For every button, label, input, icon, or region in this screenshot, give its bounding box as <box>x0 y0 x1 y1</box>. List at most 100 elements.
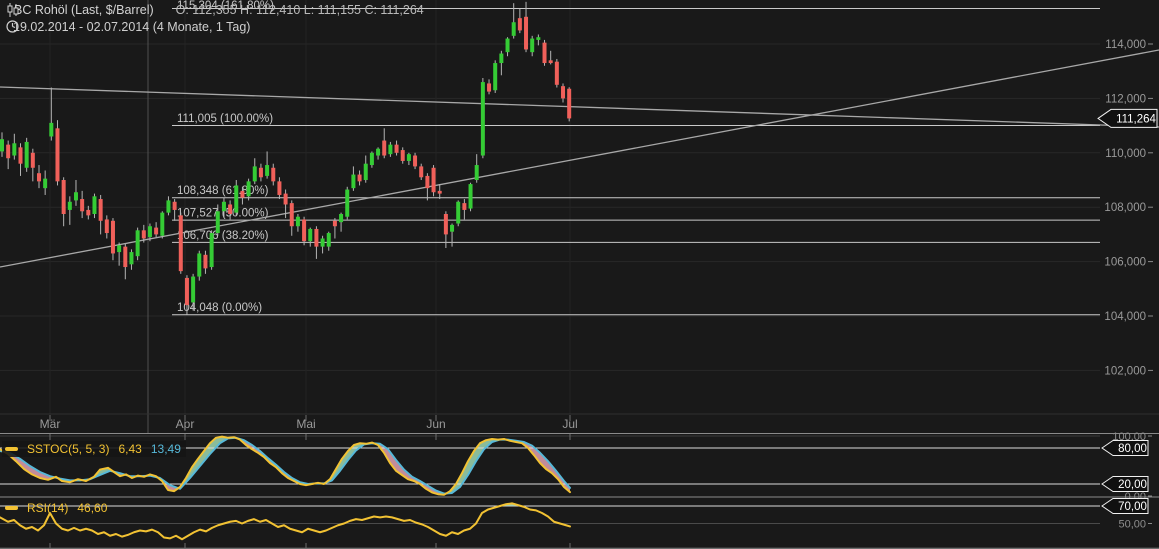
price-axis-label: 106,000 <box>1104 257 1146 269</box>
candle-body <box>406 154 411 161</box>
fib-label: 104,048 (0.00%) <box>177 302 262 314</box>
candle-body <box>394 144 399 153</box>
rsi-value: 46,60 <box>77 501 108 515</box>
candle-body <box>55 128 60 182</box>
candle-body <box>147 226 152 238</box>
candle-body <box>73 192 78 201</box>
candle-body <box>36 173 41 182</box>
stoch-level-marker-text: 20,00 <box>1118 479 1147 491</box>
candle-body <box>376 148 381 156</box>
price-axis-label: 114,000 <box>1105 39 1146 51</box>
candle-body <box>493 63 498 91</box>
candle-body <box>98 199 103 221</box>
fib-label: 108,348 (61.80%) <box>177 185 269 197</box>
candle-body <box>92 196 97 214</box>
candle-body <box>548 60 553 64</box>
candle-body <box>419 166 424 178</box>
candle-body <box>351 174 356 189</box>
candle-body <box>283 193 288 205</box>
candle-body <box>6 144 11 159</box>
chart-canvas[interactable]: 115,304 (161.80%)111,005 (100.00%)108,34… <box>0 0 1159 549</box>
candle-body <box>524 16 529 50</box>
candle-body <box>12 143 17 156</box>
candle-body <box>339 214 344 223</box>
last-price-marker-text: 111,264 <box>1116 113 1156 125</box>
candle-body <box>86 209 91 216</box>
candle-body <box>67 201 72 210</box>
candle-body <box>332 220 337 227</box>
candle-body <box>320 238 325 247</box>
candle-body <box>117 245 122 253</box>
candle-body <box>49 122 54 137</box>
candle-body <box>172 201 177 210</box>
candle-body <box>345 189 350 217</box>
candle-body <box>197 253 202 277</box>
trading-chart-window: 115,304 (161.80%) 111,005 (100.00%) 108,34… <box>0 0 1159 549</box>
rsi-legend[interactable]: RSI(14) 46,60 <box>2 500 112 516</box>
candle-body <box>567 88 572 119</box>
candle-body <box>129 252 134 265</box>
candle-body <box>61 180 66 214</box>
ohlc-values: O: 112,355 H: 112,410 L: 111,155 C: 111,… <box>175 3 424 17</box>
price-axis-label: 102,000 <box>1104 365 1146 377</box>
candle-body <box>437 190 442 194</box>
candle-body <box>24 141 29 168</box>
candle-body <box>425 175 430 189</box>
candle-body <box>289 203 294 227</box>
candle-body <box>234 185 239 213</box>
ascending-trendline <box>0 49 1159 268</box>
candle-body <box>252 166 257 182</box>
trendlines[interactable] <box>0 49 1159 268</box>
fibonacci-levels[interactable]: 115,304 (161.80%)111,005 (100.00%)108,34… <box>172 0 1100 316</box>
candle-body <box>295 216 300 227</box>
candle-body <box>554 61 559 85</box>
candle-body <box>382 140 387 156</box>
candle-body <box>80 199 85 212</box>
candle-body <box>431 167 436 193</box>
price-axis-label: 112,000 <box>1105 93 1146 105</box>
sstoc-legend[interactable]: SSTOC(5, 5, 3) 6,43 13,49 <box>2 441 186 457</box>
candle-body <box>265 165 270 176</box>
candle-body <box>536 37 541 40</box>
date-range: 19.02.2014 - 02.07.2014 (4 Monate, 1 Tag… <box>13 20 251 34</box>
candle-body <box>456 201 461 224</box>
candle-body <box>203 254 208 269</box>
candle-body <box>314 228 319 247</box>
candle-body <box>0 139 4 152</box>
rsi-level-marker-text: 70,00 <box>1118 501 1147 513</box>
instrument-title: BC Rohöl (Last, $/Barrel) <box>14 3 154 17</box>
candle-body <box>30 152 35 168</box>
candle-body <box>413 155 418 167</box>
sstoc-series-swatch <box>5 447 18 451</box>
candle-body <box>160 212 165 236</box>
candle-body <box>462 203 467 210</box>
candle-body <box>258 167 263 178</box>
candle-body <box>104 219 109 234</box>
candle-body <box>215 211 220 234</box>
candle-body <box>480 82 485 156</box>
candle-body <box>308 228 313 242</box>
descending-trendline <box>0 86 1159 128</box>
candle-body <box>18 147 23 164</box>
candle-body <box>326 233 331 247</box>
candle-body <box>499 53 504 64</box>
candle-body <box>388 144 393 155</box>
candle-body <box>240 190 245 198</box>
candle-body <box>505 38 510 53</box>
candle-body <box>400 150 405 161</box>
candle-body <box>450 224 455 232</box>
candle-body <box>110 220 115 254</box>
sstoc-k-value: 6,43 <box>118 442 142 456</box>
candle-body <box>357 174 362 182</box>
candle-body <box>443 214 448 235</box>
gridlines <box>0 0 1159 433</box>
candle-body <box>184 277 189 306</box>
stoch-level-marker-text: 80,00 <box>1118 443 1147 455</box>
candle-body <box>191 276 196 303</box>
indicator-scale-label: 50,00 <box>1118 519 1146 531</box>
candle-body <box>135 230 140 257</box>
candle-body <box>487 83 492 92</box>
candle-body <box>209 233 214 268</box>
candle-body <box>511 22 516 36</box>
candle-body <box>277 181 282 195</box>
